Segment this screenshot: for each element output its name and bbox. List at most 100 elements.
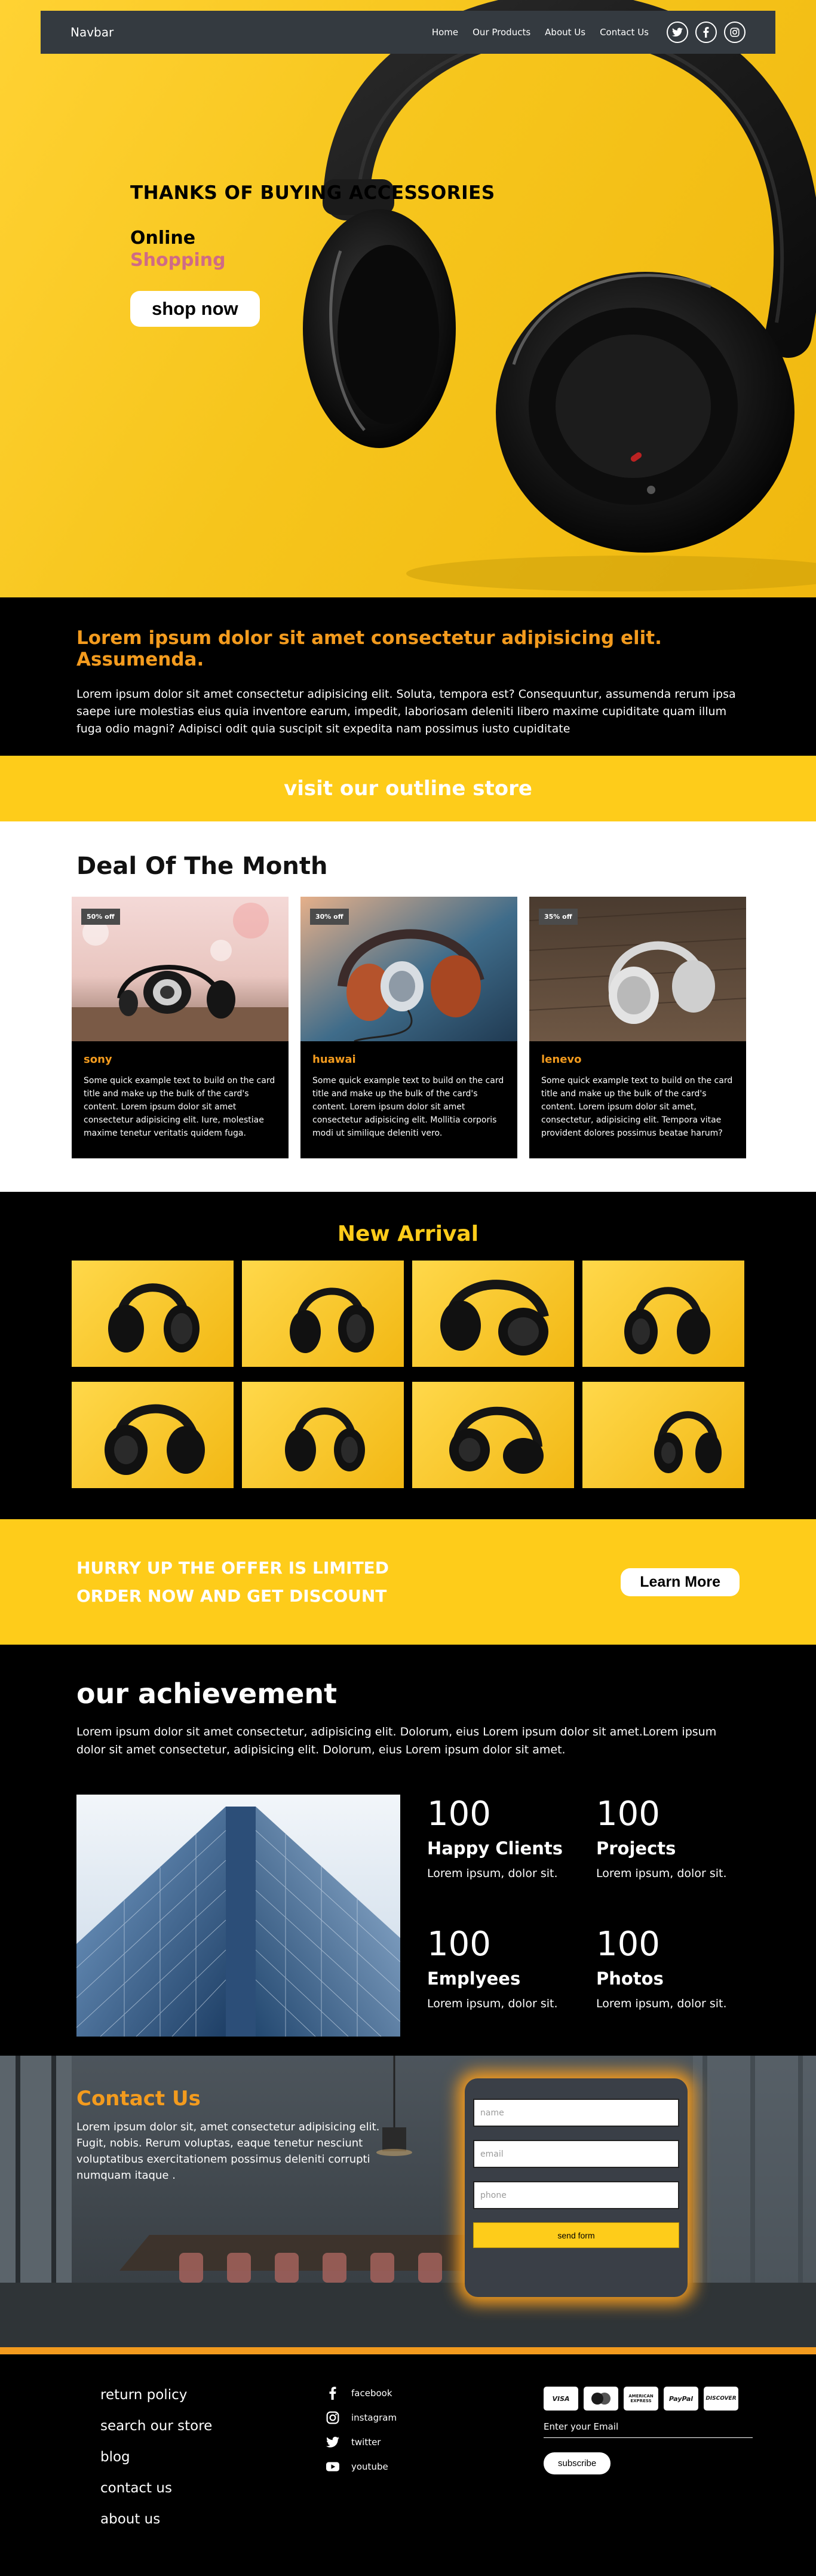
email-field[interactable] (473, 2140, 679, 2168)
arrival-product-image[interactable] (72, 1382, 234, 1488)
visa-card-icon: VISA (544, 2387, 578, 2411)
intro-section: Lorem ipsum dolor sit amet consectetur a… (0, 597, 816, 756)
instagram-icon[interactable] (724, 22, 746, 43)
deal-body: huawai Some quick example text to build … (300, 1041, 517, 1140)
arrival-product-image[interactable] (412, 1261, 574, 1367)
footer-link-search-store[interactable]: search our store (100, 2418, 326, 2434)
stat-subtext: Lorem ipsum, dolor sit. (427, 1867, 558, 1880)
social-label: instagram (351, 2412, 397, 2423)
footer-link-contact-us[interactable]: contact us (100, 2480, 326, 2497)
learn-more-button[interactable]: Learn More (621, 1568, 740, 1596)
stat-happy-clients: 100 Happy Clients Lorem ipsum, dolor sit… (427, 1795, 596, 1907)
nav-link-contact-us[interactable]: Contact Us (600, 27, 649, 38)
discount-badge: 30% off (310, 909, 349, 925)
hero-online-text: Online (130, 228, 196, 249)
arrival-product-image[interactable] (582, 1261, 744, 1367)
contact-form: send form (465, 2078, 688, 2297)
footer-social-youtube[interactable]: youtube (326, 2460, 529, 2473)
visit-store-banner[interactable]: visit our outline store (0, 756, 816, 821)
deal-description: Some quick example text to build on the … (312, 1076, 504, 1138)
arrival-product-image[interactable] (72, 1261, 234, 1367)
deal-card[interactable]: 35% off lenevo Some quick example text t… (529, 897, 746, 1158)
name-field[interactable] (473, 2099, 679, 2127)
footer-link-about-us[interactable]: about us (100, 2511, 326, 2528)
deal-description: Some quick example text to build on the … (84, 1076, 275, 1138)
intro-body: Lorem ipsum dolor sit amet consectetur a… (76, 688, 736, 735)
social-label: twitter (351, 2437, 381, 2448)
twitter-icon[interactable] (667, 22, 688, 43)
stat-subtext: Lorem ipsum, dolor sit. (427, 1997, 558, 2010)
deal-card[interactable]: 50% off sony Some quick example text to … (72, 897, 289, 1158)
discount-badge: 35% off (539, 909, 578, 925)
navbar-brand[interactable]: Navbar (70, 25, 113, 39)
arrival-product-image[interactable] (412, 1382, 574, 1488)
stat-label: Happy Clients (427, 1838, 563, 1859)
deal-body: lenevo Some quick example text to build … (529, 1041, 746, 1140)
navbar-social-icons (667, 22, 746, 43)
send-form-button[interactable]: send form (473, 2222, 679, 2248)
hero-title: THANKS OF BUYING ACCESSORIES (130, 182, 495, 204)
email-label: Enter your Email (544, 2421, 619, 2432)
footer-social-instagram[interactable]: instagram (326, 2411, 529, 2424)
visit-store-text: visit our outline store (284, 777, 532, 801)
deal-cards: 50% off sony Some quick example text to … (72, 897, 746, 1158)
facebook-icon[interactable] (695, 22, 717, 43)
stat-subtext: Lorem ipsum, dolor sit. (596, 1997, 727, 2010)
stat-label: Photos (596, 1968, 664, 1989)
achievement-section: our achievement Lorem ipsum dolor sit am… (0, 1645, 816, 2056)
achievement-title: our achievement (76, 1678, 338, 1710)
email-input-underline[interactable] (544, 2432, 753, 2438)
offer-discount-text: ORDER NOW AND GET DISCOUNT (76, 1586, 387, 1606)
page: Navbar Home Our Products About Us Contac… (0, 0, 816, 2576)
footer-link-return-policy[interactable]: return policy (100, 2387, 326, 2403)
footer-social: facebook instagram twitter youtube (326, 2387, 529, 2576)
amex-card-icon: AMERICAN EXPRESS (624, 2387, 658, 2411)
mastercard-icon (584, 2387, 618, 2411)
arrival-product-image[interactable] (242, 1261, 404, 1367)
deal-product-name: lenevo (541, 1053, 582, 1066)
nav-link-home[interactable]: Home (432, 27, 458, 38)
deal-body: sony Some quick example text to build on… (72, 1041, 289, 1140)
stat-number: 100 (596, 1795, 660, 1833)
contact-section: Contact Us Lorem ipsum dolor sit, amet c… (0, 2056, 816, 2347)
deal-product-name: huawai (312, 1053, 356, 1066)
arrival-product-image[interactable] (242, 1382, 404, 1488)
navbar-wrapper: Navbar Home Our Products About Us Contac… (0, 11, 816, 54)
deal-image: 30% off (300, 897, 517, 1041)
nav-link-our-products[interactable]: Our Products (473, 27, 530, 38)
offer-limited-text: HURRY UP THE OFFER IS LIMITED (76, 1558, 389, 1578)
shop-now-button[interactable]: shop now (130, 291, 260, 327)
navbar-menu: Home Our Products About Us Contact Us (432, 22, 746, 43)
payment-cards: VISA AMERICAN EXPRESS PayPal DISCOVER (544, 2387, 747, 2411)
stat-projects: 100 Projects Lorem ipsum, dolor sit. (596, 1795, 734, 1907)
nav-link-about-us[interactable]: About Us (545, 27, 585, 38)
subscribe-button[interactable]: subscribe (544, 2452, 611, 2474)
deal-image: 35% off (529, 897, 746, 1041)
footer-divider (0, 2347, 816, 2354)
hero-text-block: THANKS OF BUYING ACCESSORIES Online Shop… (130, 182, 495, 327)
new-arrival-title: New Arrival (337, 1222, 479, 1246)
new-arrival-grid (0, 1261, 816, 1488)
phone-field[interactable] (473, 2181, 679, 2209)
achievement-row: 100 Happy Clients Lorem ipsum, dolor sit… (76, 1795, 740, 2037)
footer-social-facebook[interactable]: facebook (326, 2387, 529, 2400)
stat-employees: 100 Emplyees Lorem ipsum, dolor sit. (427, 1925, 596, 2037)
stat-photos: 100 Photos Lorem ipsum, dolor sit. (596, 1925, 734, 2037)
footer-social-twitter[interactable]: twitter (326, 2436, 529, 2449)
footer-subscribe: VISA AMERICAN EXPRESS PayPal DISCOVER En… (544, 2387, 753, 2576)
stat-number: 100 (596, 1924, 660, 1964)
instagram-icon (326, 2411, 339, 2424)
hero-shopping-text: Shopping (130, 250, 226, 271)
new-arrival-section: New Arrival (0, 1192, 816, 1519)
stat-number: 100 (427, 1795, 491, 1833)
stat-number: 100 (427, 1924, 491, 1964)
discount-badge: 50% off (81, 909, 120, 925)
social-label: facebook (351, 2388, 392, 2399)
footer-link-blog[interactable]: blog (100, 2449, 326, 2465)
deal-card[interactable]: 30% off huawai Some quick example text t… (300, 897, 517, 1158)
contact-description: Lorem ipsum dolor sit, amet consectetur … (76, 2121, 380, 2182)
building-image (76, 1795, 400, 2037)
footer: return policy search our store blog cont… (0, 2354, 816, 2576)
arrival-product-image[interactable] (582, 1382, 744, 1488)
offer-banner: HURRY UP THE OFFER IS LIMITED ORDER NOW … (0, 1519, 816, 1645)
